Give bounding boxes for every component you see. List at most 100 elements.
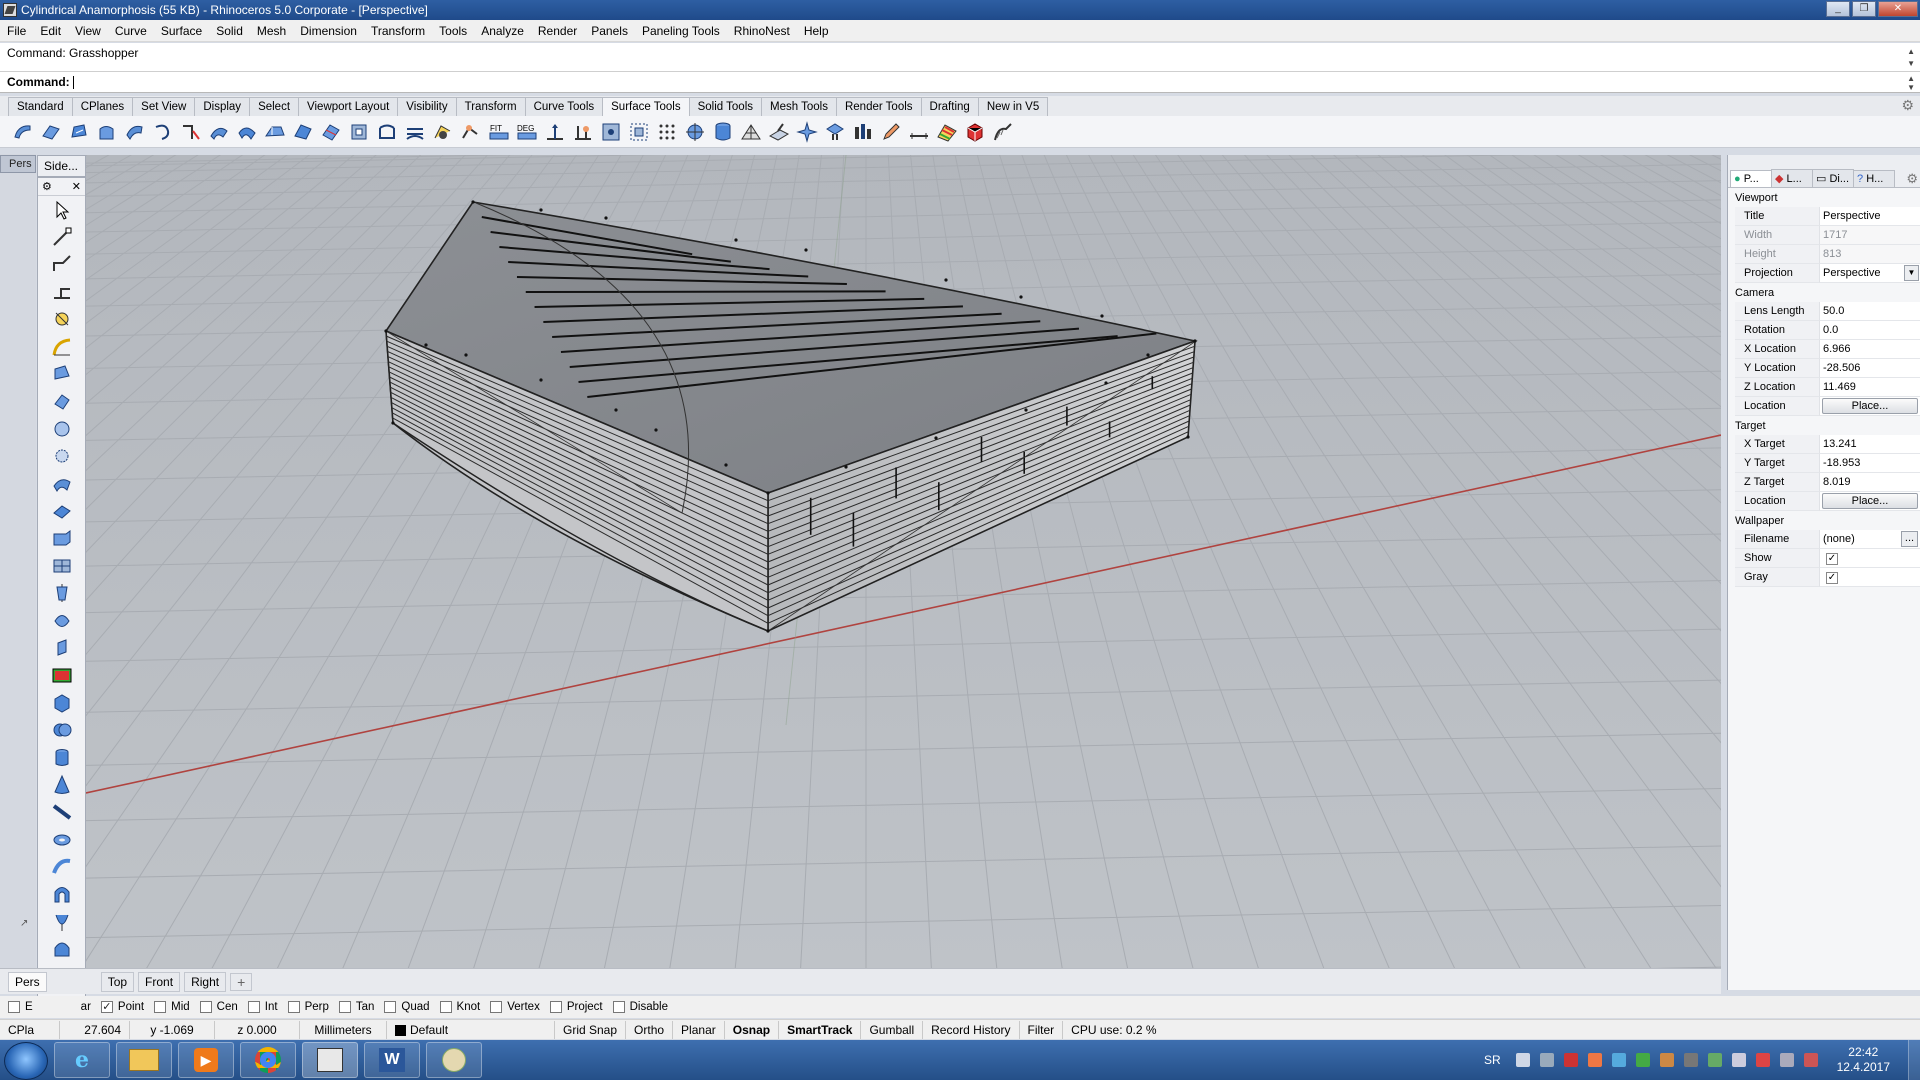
insert-knot-icon[interactable] xyxy=(654,120,679,144)
tab-cplanes[interactable]: CPlanes xyxy=(71,97,134,116)
show-checkbox[interactable]: ✓ xyxy=(1826,553,1838,565)
curvature-graph-icon[interactable] xyxy=(990,120,1015,144)
match-surface-icon[interactable] xyxy=(206,120,231,144)
blend-surface-icon[interactable] xyxy=(122,120,147,144)
sweep-rail-icon[interactable] xyxy=(38,853,85,880)
status-cplane[interactable]: CPla xyxy=(0,1020,60,1039)
rotation-field[interactable]: 0.0 xyxy=(1819,321,1920,340)
osnap-disable[interactable]: Disable xyxy=(612,1001,668,1013)
grid-snap-toggle[interactable]: Grid Snap xyxy=(555,1020,627,1039)
status-units[interactable]: Millimeters xyxy=(300,1020,387,1039)
dropbox-icon[interactable] xyxy=(1611,1053,1626,1067)
cylinder-analyze-icon[interactable] xyxy=(710,120,735,144)
render-icon[interactable] xyxy=(38,662,85,689)
title-field[interactable]: Perspective xyxy=(1819,207,1920,226)
menu-transform[interactable]: Transform xyxy=(364,20,432,42)
osnap-quad[interactable]: Quad xyxy=(384,1001,430,1013)
curve-icon[interactable] xyxy=(38,278,85,305)
pencil-edit-icon[interactable] xyxy=(878,120,903,144)
utility-icon[interactable] xyxy=(1659,1053,1674,1067)
osnap-tan[interactable]: Tan xyxy=(338,1001,374,1013)
internet-explorer-icon[interactable]: e xyxy=(54,1042,110,1078)
keyboard-icon[interactable] xyxy=(1539,1053,1554,1067)
flow-along-surface-icon[interactable] xyxy=(402,120,427,144)
checkbox[interactable] xyxy=(549,1001,562,1013)
change-normal-icon[interactable] xyxy=(542,120,567,144)
x-location-field[interactable]: 6.966 xyxy=(1819,340,1920,359)
x-target-field[interactable]: 13.241 xyxy=(1819,435,1920,454)
tab-visibility[interactable]: Visibility xyxy=(397,97,457,116)
y-location-field[interactable]: -28.506 xyxy=(1819,359,1920,378)
add-viewport-icon[interactable]: + xyxy=(230,972,253,991)
filter-toggle[interactable]: Filter xyxy=(1020,1020,1064,1039)
gumball-toggle[interactable]: Gumball xyxy=(861,1020,924,1039)
change-degree-icon[interactable]: DEG xyxy=(514,120,539,144)
sphere-icon[interactable] xyxy=(38,415,85,442)
tab-set-view[interactable]: Set View xyxy=(132,97,196,116)
zebra-analysis-icon[interactable] xyxy=(934,120,959,144)
menu-file[interactable]: File xyxy=(0,20,33,42)
tab-surface-tools[interactable]: Surface Tools xyxy=(602,97,690,116)
pdf-icon[interactable] xyxy=(1587,1053,1602,1067)
osnap-int[interactable]: Int xyxy=(247,1001,278,1013)
tab-display[interactable]: Display xyxy=(194,97,251,116)
volume-icon[interactable] xyxy=(1803,1053,1818,1067)
gear-icon[interactable]: ⚙ xyxy=(1906,171,1918,187)
edit-points-icon[interactable] xyxy=(598,120,623,144)
viewport-tab-front[interactable]: Front xyxy=(138,971,181,992)
menu-render[interactable]: Render xyxy=(531,20,584,42)
tab-properties[interactable]: ● P... xyxy=(1730,170,1772,187)
osnap-project[interactable]: Project xyxy=(549,1001,603,1013)
record-history-toggle[interactable]: Record History xyxy=(923,1020,1020,1039)
pipe-icon[interactable] xyxy=(38,799,85,826)
menu-curve[interactable]: Curve xyxy=(108,20,154,42)
close-icon[interactable]: ✕ xyxy=(72,180,81,193)
menu-panels[interactable]: Panels xyxy=(584,20,635,42)
close-button[interactable]: ✕ xyxy=(1878,1,1918,17)
scroll-down-icon[interactable]: ▼ xyxy=(1907,59,1915,68)
tab-layers[interactable]: ◆ L... xyxy=(1771,169,1813,187)
ortho-toggle[interactable]: Ortho xyxy=(626,1020,674,1039)
menu-solid[interactable]: Solid xyxy=(209,20,250,42)
lens-length-field[interactable]: 50.0 xyxy=(1819,302,1920,321)
tray-app-icon[interactable] xyxy=(1515,1053,1530,1067)
smarttrack-toggle[interactable]: SmartTrack xyxy=(779,1020,862,1039)
menu-mesh[interactable]: Mesh xyxy=(250,20,293,42)
start-button[interactable] xyxy=(4,1041,48,1080)
perspective-viewport[interactable] xyxy=(86,155,1721,968)
box-icon[interactable] xyxy=(38,525,85,552)
antivirus-icon[interactable] xyxy=(1563,1053,1578,1067)
checkbox[interactable] xyxy=(338,1001,351,1013)
tab-transform[interactable]: Transform xyxy=(455,97,526,116)
dropdown-arrow-icon[interactable]: ▼ xyxy=(1904,265,1919,281)
cone-icon[interactable] xyxy=(38,771,85,798)
plane-analyze-icon[interactable] xyxy=(766,120,791,144)
clock[interactable]: 22:42 12.4.2017 xyxy=(1837,1045,1890,1075)
checkbox-checked[interactable]: ✓ xyxy=(100,1001,113,1013)
camera-place-button[interactable]: Place... xyxy=(1822,398,1918,414)
extend-surface-icon[interactable] xyxy=(178,120,203,144)
network-icon[interactable] xyxy=(1779,1053,1794,1067)
chamfer-surface-icon[interactable] xyxy=(38,120,63,144)
paraboloid-icon[interactable] xyxy=(38,908,85,935)
tab-viewport-layout[interactable]: Viewport Layout xyxy=(298,97,399,116)
surface-from-points-icon[interactable] xyxy=(38,388,85,415)
dimension-icon[interactable] xyxy=(906,120,931,144)
explode-icon[interactable] xyxy=(794,120,819,144)
osnap-point[interactable]: ✓ Point xyxy=(100,1001,144,1013)
z-target-field[interactable]: 8.019 xyxy=(1819,473,1920,492)
extrude-curve-icon[interactable] xyxy=(38,360,85,387)
browse-button[interactable]: ... xyxy=(1901,531,1918,547)
checkbox[interactable] xyxy=(199,1001,212,1013)
command-input[interactable]: Command: ▲ ▼ xyxy=(0,72,1920,93)
viewport-tab-top[interactable]: Top xyxy=(100,971,135,992)
paint-icon[interactable] xyxy=(426,1042,482,1078)
control-points-icon[interactable] xyxy=(626,120,651,144)
point-icon[interactable] xyxy=(38,223,85,250)
checkbox[interactable] xyxy=(287,1001,300,1013)
scroll-down-icon[interactable]: ▼ xyxy=(1907,83,1915,92)
tab-mesh-tools[interactable]: Mesh Tools xyxy=(761,97,837,116)
sphere-analyze-icon[interactable] xyxy=(682,120,707,144)
tab-display[interactable]: ▭ Di... xyxy=(1812,169,1854,187)
cap-planar-holes-icon[interactable] xyxy=(374,120,399,144)
